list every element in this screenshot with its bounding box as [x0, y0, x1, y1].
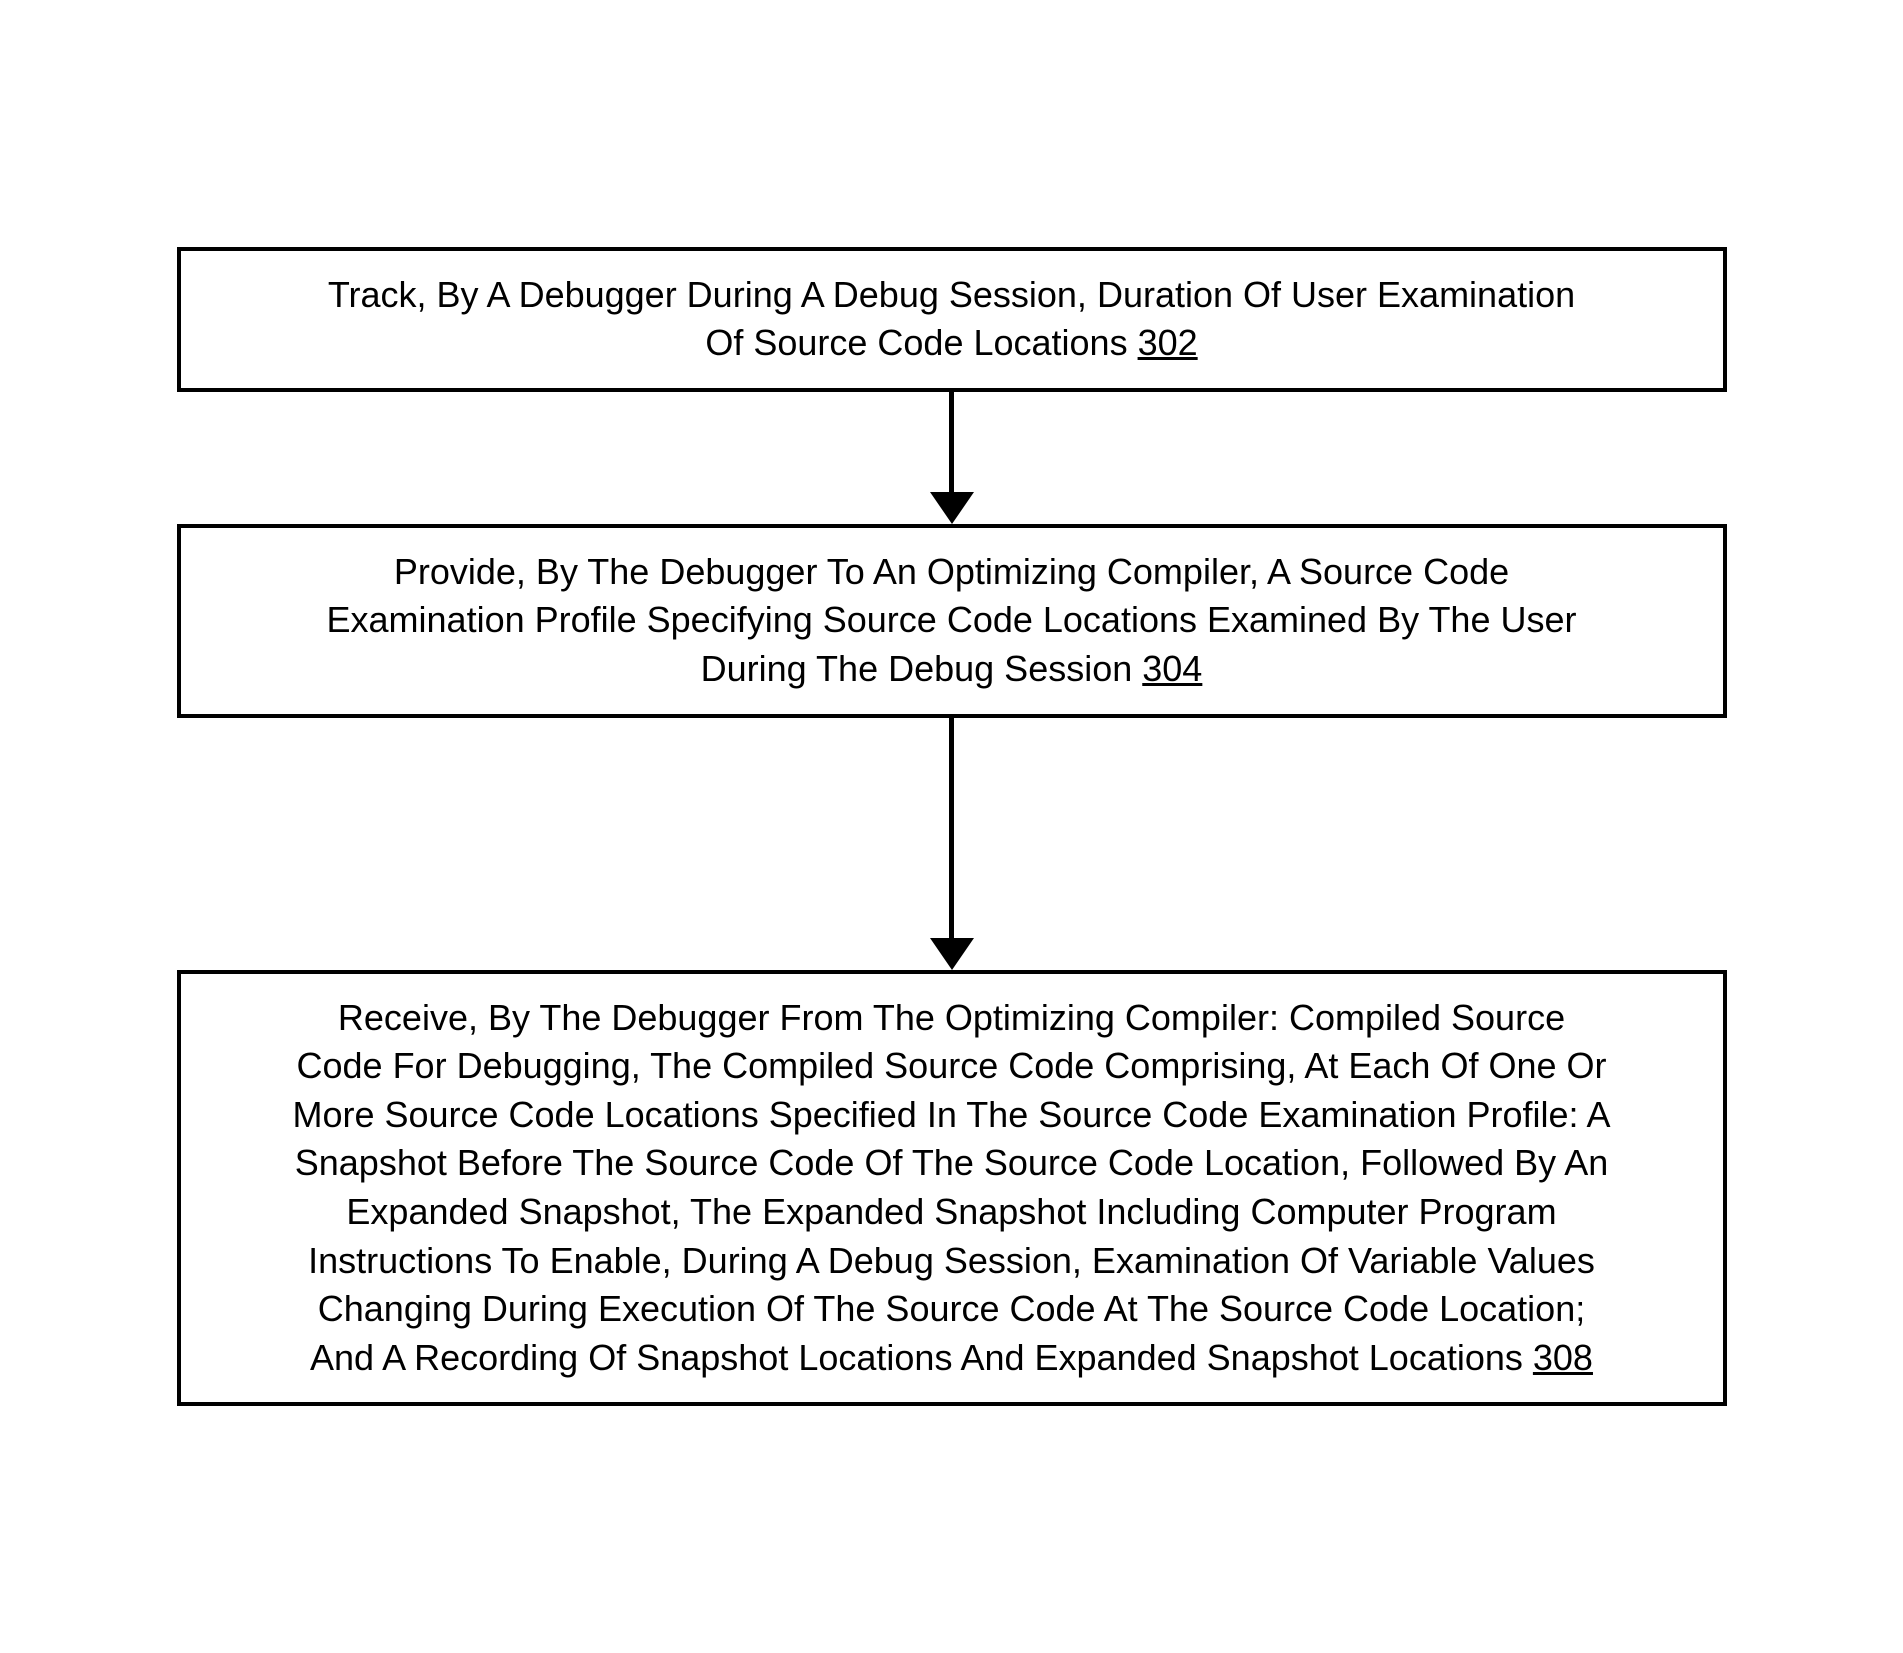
flow-step-text: Snapshot Before The Source Code Of The S… [295, 1142, 1608, 1183]
flow-step-text: Receive, By The Debugger From The Optimi… [338, 997, 1565, 1038]
flowchart-container: Track, By A Debugger During A Debug Sess… [152, 247, 1752, 1407]
flow-step-receive: Receive, By The Debugger From The Optimi… [177, 970, 1727, 1407]
flow-step-text: Track, By A Debugger During A Debug Sess… [328, 274, 1575, 315]
flow-step-text: Of Source Code Locations [705, 322, 1137, 363]
flow-step-text: Expanded Snapshot, The Expanded Snapshot… [346, 1191, 1556, 1232]
flow-step-text: Instructions To Enable, During A Debug S… [308, 1240, 1595, 1281]
arrow-down-icon [930, 718, 974, 970]
flow-step-text: Examination Profile Specifying Source Co… [327, 599, 1577, 640]
flow-step-ref: 302 [1138, 322, 1198, 363]
flow-step-provide: Provide, By The Debugger To An Optimizin… [177, 524, 1727, 718]
flow-step-text: Code For Debugging, The Compiled Source … [297, 1045, 1607, 1086]
arrow-down-icon [930, 392, 974, 524]
arrow-line [949, 718, 954, 938]
flow-step-text: More Source Code Locations Specified In … [292, 1094, 1610, 1135]
arrow-head [930, 492, 974, 524]
arrow-head [930, 938, 974, 970]
flow-step-text: Provide, By The Debugger To An Optimizin… [394, 551, 1509, 592]
arrow-line [949, 392, 954, 492]
flow-step-text: And A Recording Of Snapshot Locations An… [310, 1337, 1533, 1378]
flow-step-text: During The Debug Session [701, 648, 1143, 689]
flow-step-ref: 308 [1533, 1337, 1593, 1378]
flow-step-ref: 304 [1142, 648, 1202, 689]
flow-step-text: Changing During Execution Of The Source … [318, 1288, 1585, 1329]
flow-step-track: Track, By A Debugger During A Debug Sess… [177, 247, 1727, 392]
